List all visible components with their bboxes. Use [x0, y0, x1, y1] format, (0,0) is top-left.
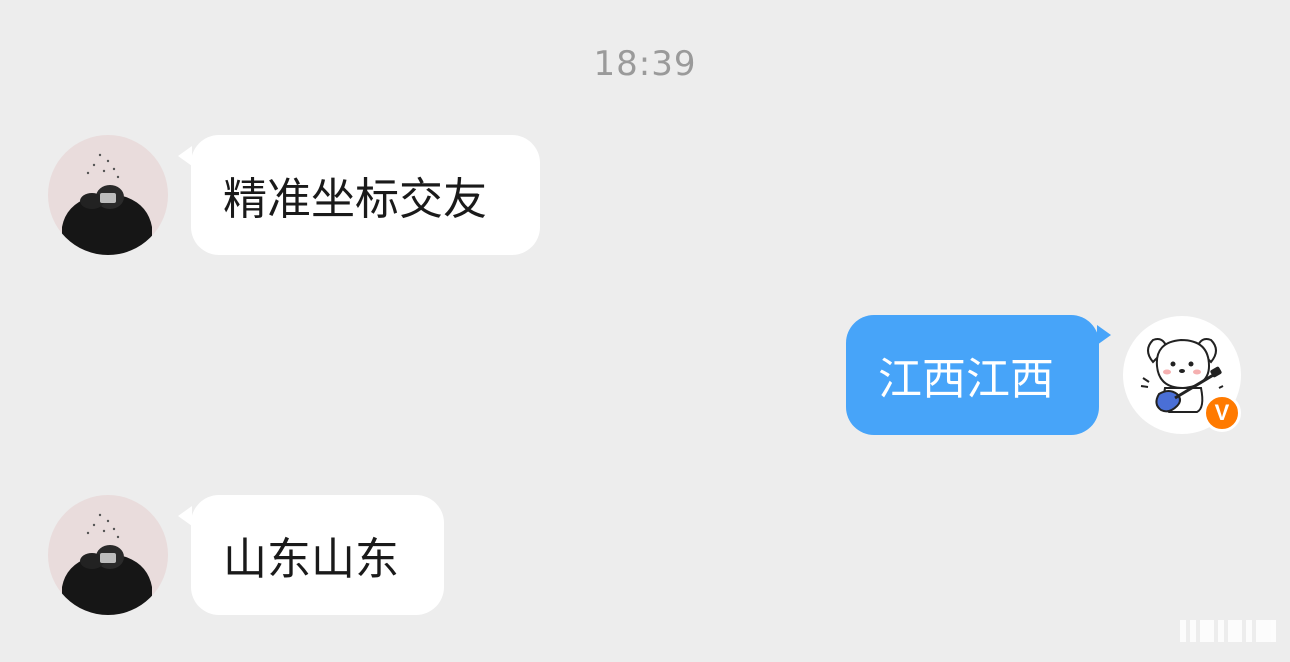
bubble-tail — [178, 146, 192, 166]
message-bubble-incoming[interactable]: 山东山东 — [191, 495, 444, 615]
message-text: 山东山东 — [223, 534, 399, 585]
message-bubble-outgoing[interactable]: 江西江西 — [846, 315, 1099, 435]
message-text: 江西江西 — [878, 354, 1054, 405]
vip-v-badge-icon: V — [1203, 394, 1241, 432]
message-timestamp: 18:39 — [593, 44, 697, 84]
message-text: 精准坐标交友 — [223, 174, 487, 225]
person-photo-avatar-icon — [48, 135, 168, 255]
bubble-tail — [1097, 325, 1111, 345]
contact-avatar[interactable] — [48, 495, 168, 615]
contact-avatar[interactable] — [48, 135, 168, 255]
bubble-tail — [178, 506, 192, 526]
person-photo-avatar-icon — [48, 495, 168, 615]
watermark-stripes-icon — [1180, 620, 1276, 642]
message-bubble-incoming[interactable]: 精准坐标交友 — [191, 135, 540, 255]
